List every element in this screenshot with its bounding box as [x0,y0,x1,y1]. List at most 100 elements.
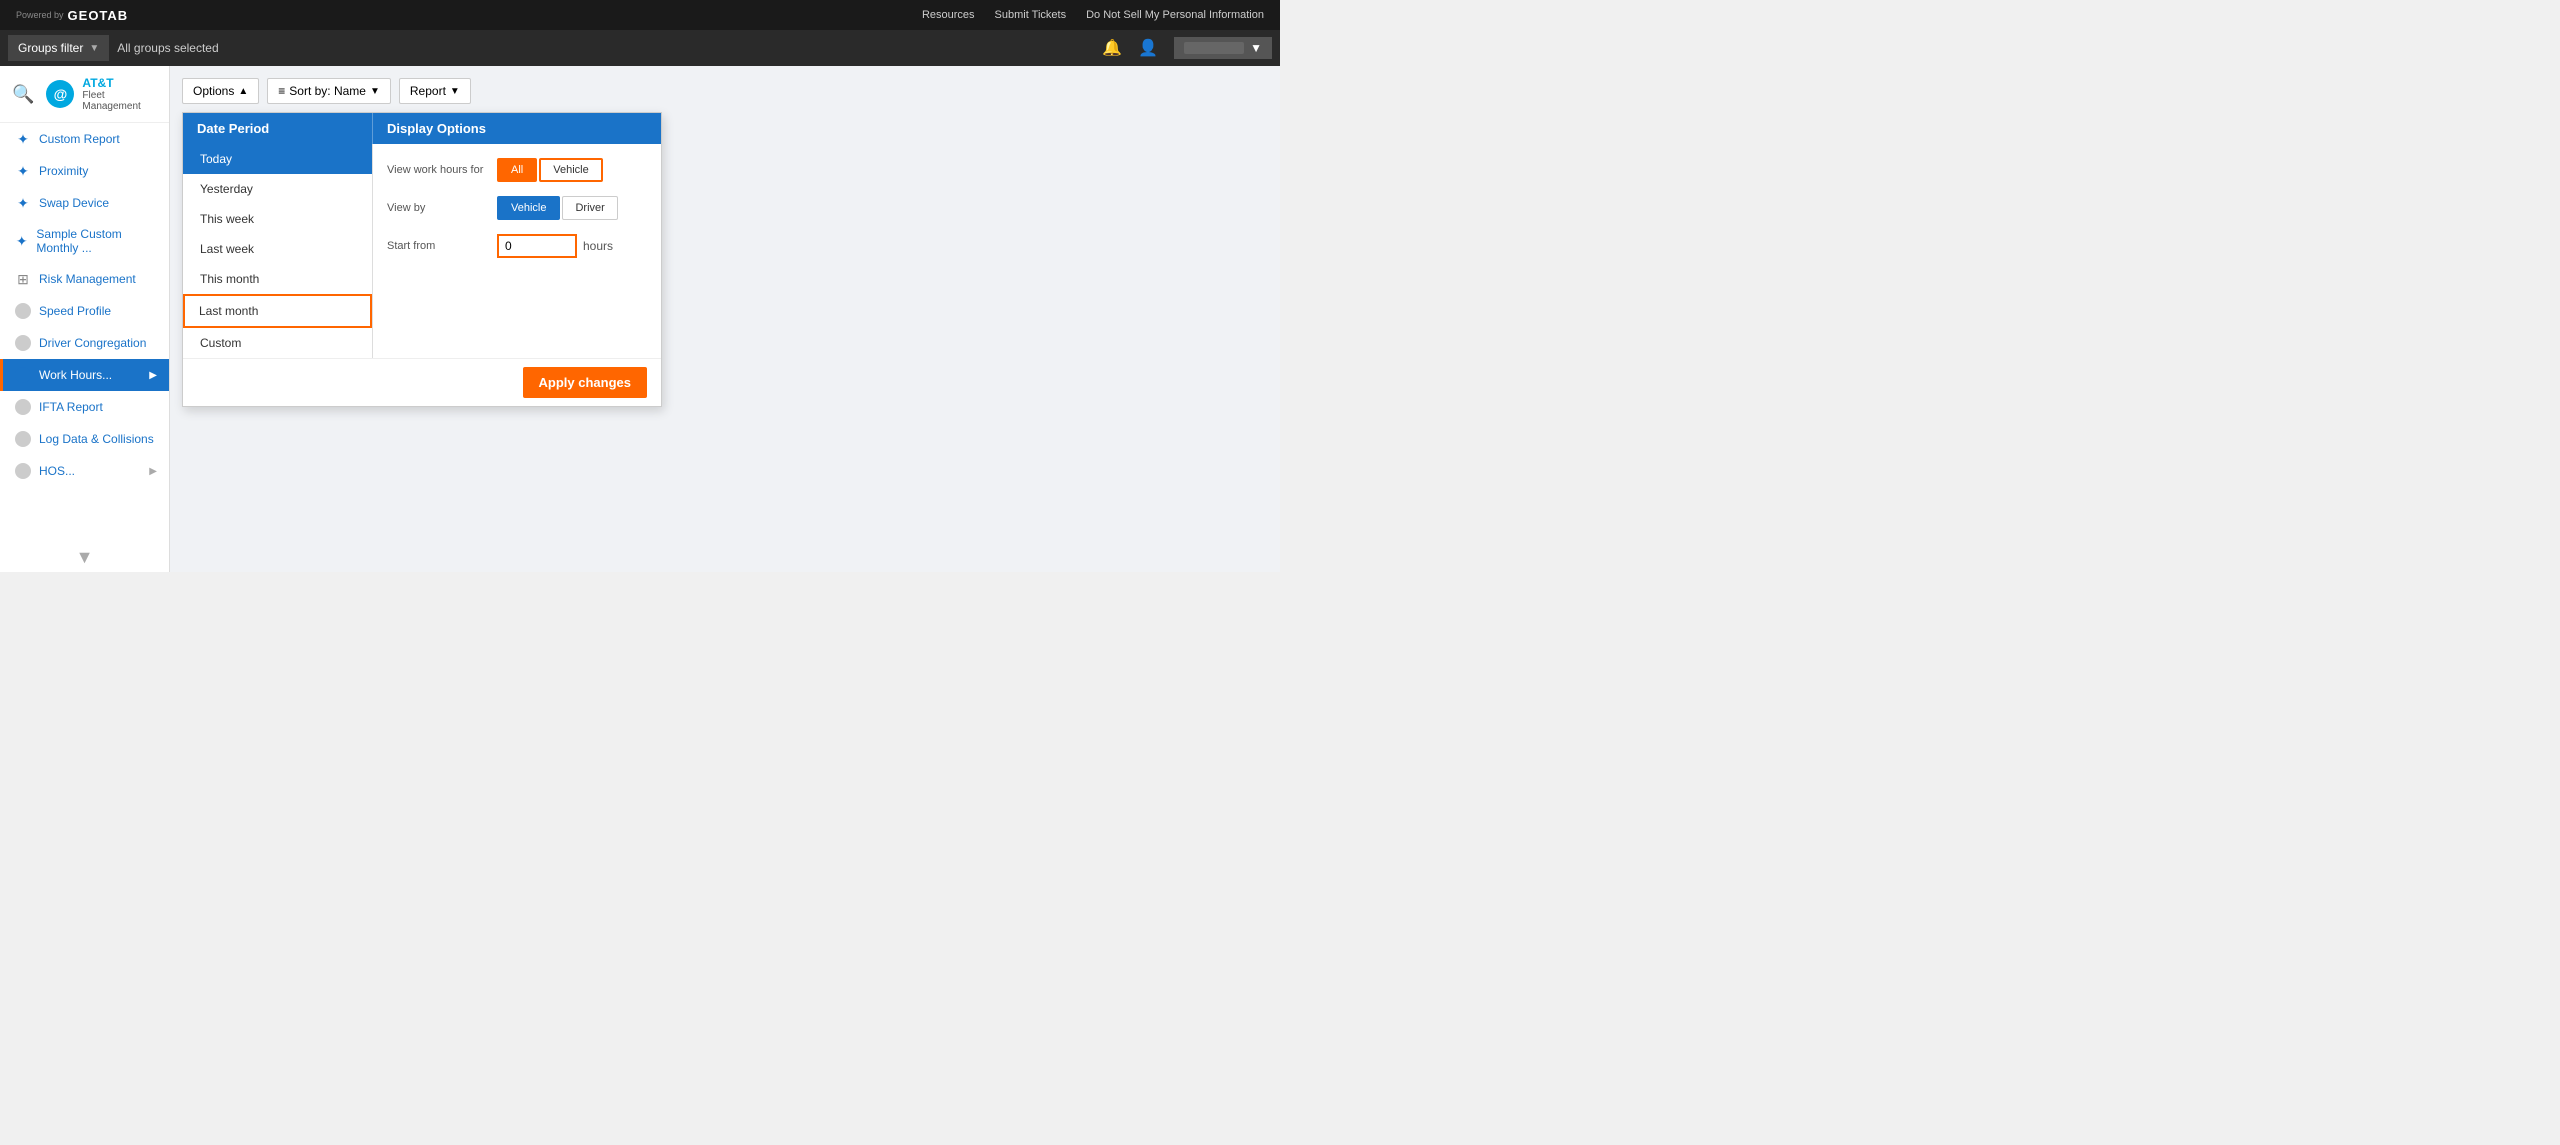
date-item-custom[interactable]: Custom [183,328,372,358]
apply-changes-button[interactable]: Apply changes [523,367,647,398]
search-icon[interactable]: 🔍 [12,84,34,105]
att-logo: @ [46,80,74,108]
view-work-hours-all-btn[interactable]: All [497,158,537,182]
options-panel: Date Period Display Options Today Yester… [182,112,662,407]
sidebar-item-log-data[interactable]: Log Data & Collisions [0,423,169,455]
do-not-sell-link[interactable]: Do Not Sell My Personal Information [1086,9,1264,21]
sample-icon: ✦ [15,233,28,249]
view-by-vehicle-btn[interactable]: Vehicle [497,196,560,220]
content-area: Options ▲ ≡ Sort by: Name ▼ Report ▼ Dat… [170,66,1280,572]
sidebar-item-label: Proximity [39,164,88,178]
start-from-input[interactable] [497,234,577,258]
report-arrow-icon: ▼ [450,86,460,97]
sidebar-item-proximity[interactable]: ✦ Proximity [0,155,169,187]
hours-label: hours [583,239,613,253]
toolbar: Options ▲ ≡ Sort by: Name ▼ Report ▼ [182,78,1268,104]
date-item-last-week[interactable]: Last week [183,234,372,264]
bell-icon[interactable]: 🔔 [1102,38,1122,58]
groups-filter-label: Groups filter [18,41,83,55]
puzzle-icon: ✦ [15,131,31,147]
work-hours-chevron-icon: ▶ [149,370,157,381]
driver-icon [15,335,31,351]
swap-device-icon: ✦ [15,195,31,211]
view-work-hours-row: View work hours for All Vehicle [387,158,647,182]
sidebar-item-work-hours[interactable]: Work Hours... ▶ [0,359,169,391]
att-brand-name: AT&T [82,76,157,90]
options-panel-footer: Apply changes [183,358,661,406]
start-from-label: Start from [387,240,487,252]
groups-bar-right: 🔔 👤 ▼ [1102,37,1272,59]
view-by-driver-btn[interactable]: Driver [562,196,617,220]
sidebar-item-label: Custom Report [39,132,120,146]
sidebar-logo-text: AT&T Fleet Management [82,76,157,112]
sidebar-item-label: Log Data & Collisions [39,432,154,446]
sidebar-item-label: Speed Profile [39,304,111,318]
submit-tickets-link[interactable]: Submit Tickets [995,9,1067,21]
sidebar-item-label: Driver Congregation [39,336,146,350]
date-item-this-month[interactable]: This month [183,264,372,294]
top-nav: Powered by GEOTAB Resources Submit Ticke… [0,0,1280,30]
view-by-label: View by [387,202,487,214]
powered-by-geotab: Powered by GEOTAB [16,8,128,23]
sidebar-item-ifta-report[interactable]: IFTA Report [0,391,169,423]
view-work-hours-label: View work hours for [387,164,487,176]
sidebar: 🔍 @ AT&T Fleet Management ✦ Custom Repor… [0,66,170,572]
sidebar-item-custom-report[interactable]: ✦ Custom Report [0,123,169,155]
start-from-input-wrap: hours [497,234,613,258]
resources-link[interactable]: Resources [922,9,975,21]
view-work-hours-btn-group: All Vehicle [497,158,603,182]
all-groups-text: All groups selected [117,41,218,55]
user-icon[interactable]: 👤 [1138,38,1158,58]
report-button[interactable]: Report ▼ [399,78,471,104]
options-arrow-icon: ▲ [238,86,248,97]
user-name [1184,42,1244,54]
hos-icon [15,463,31,479]
sidebar-item-label: Work Hours... [39,368,112,382]
user-menu[interactable]: ▼ [1174,37,1272,59]
sidebar-item-swap-device[interactable]: ✦ Swap Device [0,187,169,219]
user-menu-chevron-icon: ▼ [1250,41,1262,55]
sort-arrow-icon: ▼ [370,86,380,97]
ifta-icon [15,399,31,415]
date-item-this-week[interactable]: This week [183,204,372,234]
sidebar-items: ✦ Custom Report ✦ Proximity ✦ Swap Devic… [0,123,169,543]
options-panel-body: Today Yesterday This week Last week This… [183,144,661,358]
sidebar-item-hos[interactable]: HOS... ▶ [0,455,169,487]
date-item-yesterday[interactable]: Yesterday [183,174,372,204]
proximity-icon: ✦ [15,163,31,179]
date-item-today[interactable]: Today [183,144,372,174]
options-button[interactable]: Options ▲ [182,78,259,104]
sidebar-item-driver-congregation[interactable]: Driver Congregation [0,327,169,359]
groups-filter-button[interactable]: Groups filter ▼ [8,35,109,61]
date-item-last-month[interactable]: Last month [183,294,372,328]
att-brand-sub: Fleet Management [82,90,157,112]
view-work-hours-vehicle-btn[interactable]: Vehicle [539,158,602,182]
speed-profile-icon [15,303,31,319]
display-options-header: Display Options [373,113,661,144]
sidebar-item-label: IFTA Report [39,400,103,414]
view-by-btn-group: Vehicle Driver [497,196,618,220]
sidebar-item-risk-management[interactable]: ⊞ Risk Management [0,263,169,295]
sidebar-item-label: Swap Device [39,196,109,210]
view-by-row: View by Vehicle Driver [387,196,647,220]
hos-chevron-icon: ▶ [149,466,157,477]
sort-icon: ≡ [278,84,285,98]
report-label: Report [410,84,446,98]
risk-icon: ⊞ [15,271,31,287]
sidebar-item-sample-custom[interactable]: ✦ Sample Custom Monthly ... [0,219,169,263]
sidebar-header: 🔍 @ AT&T Fleet Management [0,66,169,123]
sidebar-item-label: Sample Custom Monthly ... [36,227,157,255]
date-period-header: Date Period [183,113,373,144]
options-panel-header: Date Period Display Options [183,113,661,144]
sidebar-scroll-down[interactable]: ▼ [0,543,169,572]
log-icon [15,431,31,447]
work-hours-icon [15,367,31,383]
groups-bar: Groups filter ▼ All groups selected 🔔 👤 … [0,30,1280,66]
main-layout: 🔍 @ AT&T Fleet Management ✦ Custom Repor… [0,66,1280,572]
sidebar-item-label: HOS... [39,464,75,478]
sidebar-item-label: Risk Management [39,272,136,286]
date-period-column: Today Yesterday This week Last week This… [183,144,373,358]
sidebar-item-speed-profile[interactable]: Speed Profile [0,295,169,327]
sort-button[interactable]: ≡ Sort by: Name ▼ [267,78,391,104]
start-from-row: Start from hours [387,234,647,258]
